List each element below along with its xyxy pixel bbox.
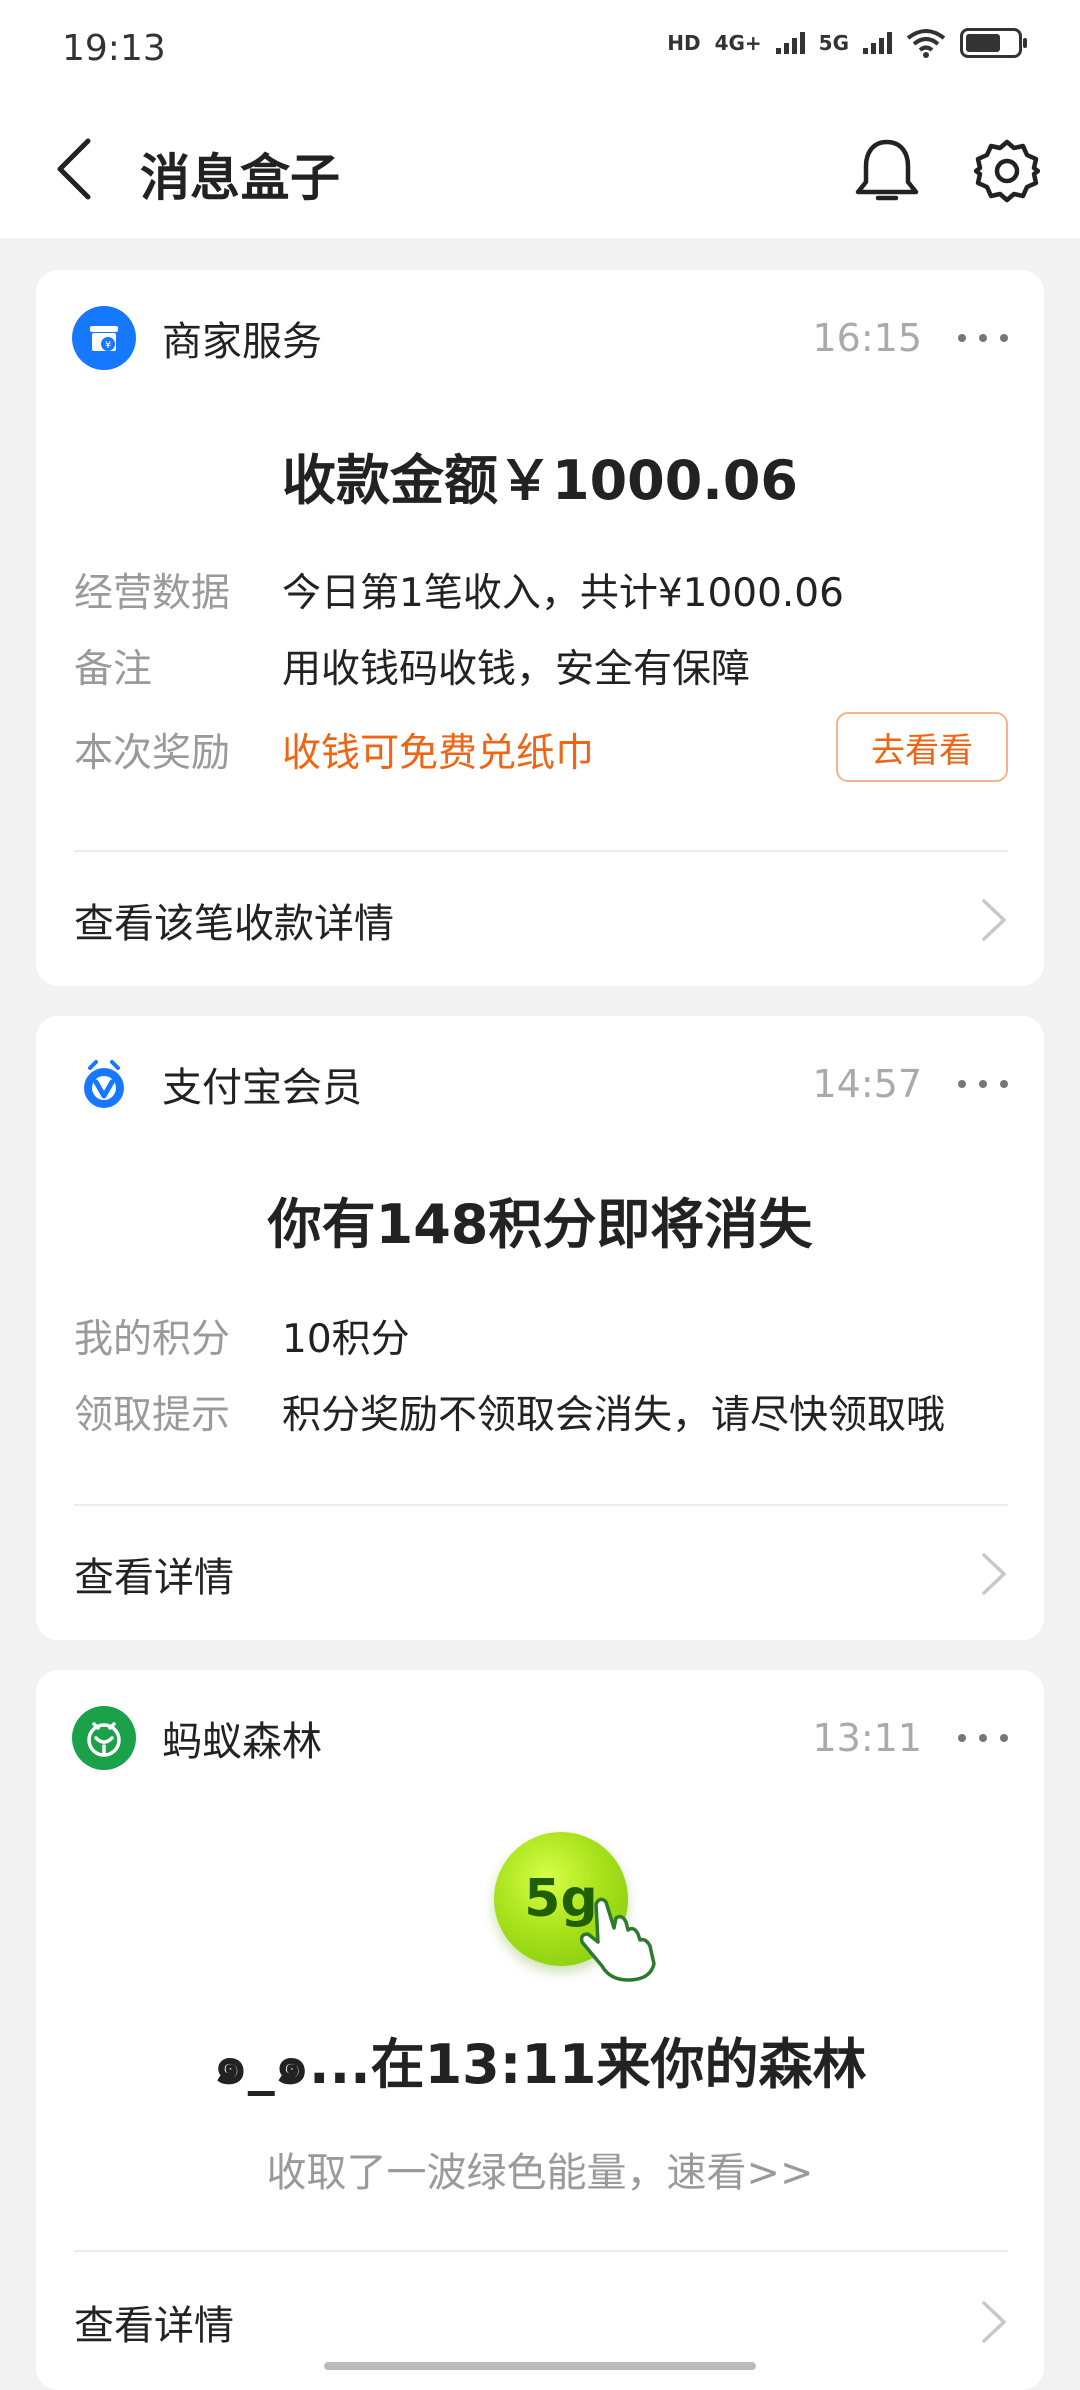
tap-hand-icon [579, 1897, 656, 1982]
bell-icon [855, 139, 919, 201]
info-value: 今日第1笔收入，共计¥1000.06 [282, 571, 844, 616]
info-key: 领取提示 [74, 1393, 231, 1438]
card-header: 蚂蚁森林 13:11 [72, 1706, 1008, 1770]
footer-link-label: 查看该笔收款详情 [74, 901, 394, 947]
view-details-link[interactable]: 查看详情 [74, 2282, 1008, 2362]
divider [74, 850, 1008, 852]
page-title: 消息盒子 [140, 149, 340, 207]
app-header: 消息盒子 [0, 100, 1080, 238]
info-key: 我的积分 [74, 1317, 231, 1362]
more-dot-icon [1000, 1080, 1008, 1088]
home-indicator[interactable] [324, 2362, 756, 2370]
more-dot-icon [979, 334, 987, 342]
divider [74, 2250, 1008, 2252]
card-time: 16:15 [812, 316, 922, 360]
more-button[interactable] [958, 1064, 1008, 1104]
chevron-right-icon [982, 899, 1006, 941]
battery-icon [960, 28, 1027, 58]
membership-icon [72, 1052, 136, 1116]
more-dot-icon [979, 1734, 987, 1742]
view-details-link[interactable]: 查看详情 [74, 1534, 1008, 1614]
info-key: 经营数据 [74, 571, 231, 616]
chevron-right-icon [982, 2301, 1006, 2343]
hd-indicator: HD [667, 31, 701, 55]
footer-link-label: 查看详情 [74, 1555, 234, 1601]
info-key: 本次奖励 [74, 731, 231, 776]
info-value: 10积分 [282, 1317, 410, 1362]
forest-icon [72, 1706, 136, 1770]
card-header: ¥ 商家服务 16:15 [72, 306, 1008, 370]
message-card-merchant[interactable]: ¥ 商家服务 16:15 收款金额￥1000.06 经营数据 今日第1笔收入，共… [36, 270, 1044, 986]
info-key: 备注 [74, 647, 153, 692]
merchant-store-icon: ¥ [72, 306, 136, 370]
settings-button[interactable] [968, 132, 1046, 210]
card-headline: 收款金额￥1000.06 [282, 449, 798, 512]
network-4g-label: 4G+ [714, 31, 762, 55]
more-dot-icon [958, 1080, 966, 1088]
back-button[interactable] [44, 134, 104, 204]
notification-button[interactable] [848, 132, 926, 210]
wifi-icon [906, 29, 946, 58]
info-value: 积分奖励不领取会消失，请尽快领取哦 [282, 1393, 946, 1438]
gear-icon [974, 139, 1040, 203]
card-headline: 你有148积分即将消失 [267, 1193, 813, 1256]
message-card-membership[interactable]: 支付宝会员 14:57 你有148积分即将消失 我的积分 10积分 领取提示 积… [36, 1016, 1044, 1640]
status-icons: HD 4G+ 5G [667, 28, 1027, 58]
status-bar: 19:13 HD 4G+ 5G [0, 0, 1080, 100]
chevron-left-icon [57, 138, 91, 200]
chevron-right-icon [982, 1553, 1006, 1595]
more-button[interactable] [958, 1718, 1008, 1758]
card-time: 13:11 [812, 1716, 922, 1760]
card-app-name: 支付宝会员 [162, 1065, 362, 1111]
more-dot-icon [958, 334, 966, 342]
go-see-button[interactable]: 去看看 [836, 712, 1008, 782]
more-dot-icon [958, 1734, 966, 1742]
network-5g-label: 5G [818, 31, 849, 55]
signal-bars-icon [775, 32, 805, 54]
info-value: 用收钱码收钱，安全有保障 [282, 647, 751, 692]
more-button[interactable] [958, 318, 1008, 358]
more-dot-icon [979, 1080, 987, 1088]
card-headline: ๑_๑...在13:11来你的森林 [213, 2033, 867, 2096]
svg-text:¥: ¥ [105, 340, 111, 351]
info-row: 备注 用收钱码收钱，安全有保障 [74, 636, 1008, 696]
card-subtext[interactable]: 收取了一波绿色能量，速看>> [36, 2140, 1044, 2198]
card-app-name: 蚂蚁森林 [162, 1719, 322, 1765]
info-row: 经营数据 今日第1笔收入，共计¥1000.06 [74, 560, 1008, 620]
signal-bars-icon [863, 32, 892, 54]
message-card-forest[interactable]: 蚂蚁森林 13:11 5g ๑_๑...在13:11来你的森林 收取了一波绿色能… [36, 1670, 1044, 2390]
info-row: 领取提示 积分奖励不领取会消失，请尽快领取哦 [74, 1382, 1008, 1442]
divider [74, 1504, 1008, 1506]
status-time: 19:13 [62, 28, 166, 69]
more-dot-icon [1000, 334, 1008, 342]
info-row: 我的积分 10积分 [74, 1306, 1008, 1366]
more-dot-icon [1000, 1734, 1008, 1742]
view-payment-details-link[interactable]: 查看该笔收款详情 [74, 880, 1008, 960]
card-app-name: 商家服务 [162, 319, 322, 365]
card-header: 支付宝会员 14:57 [72, 1052, 1008, 1116]
card-time: 14:57 [812, 1062, 922, 1106]
footer-link-label: 查看详情 [74, 2303, 234, 2349]
